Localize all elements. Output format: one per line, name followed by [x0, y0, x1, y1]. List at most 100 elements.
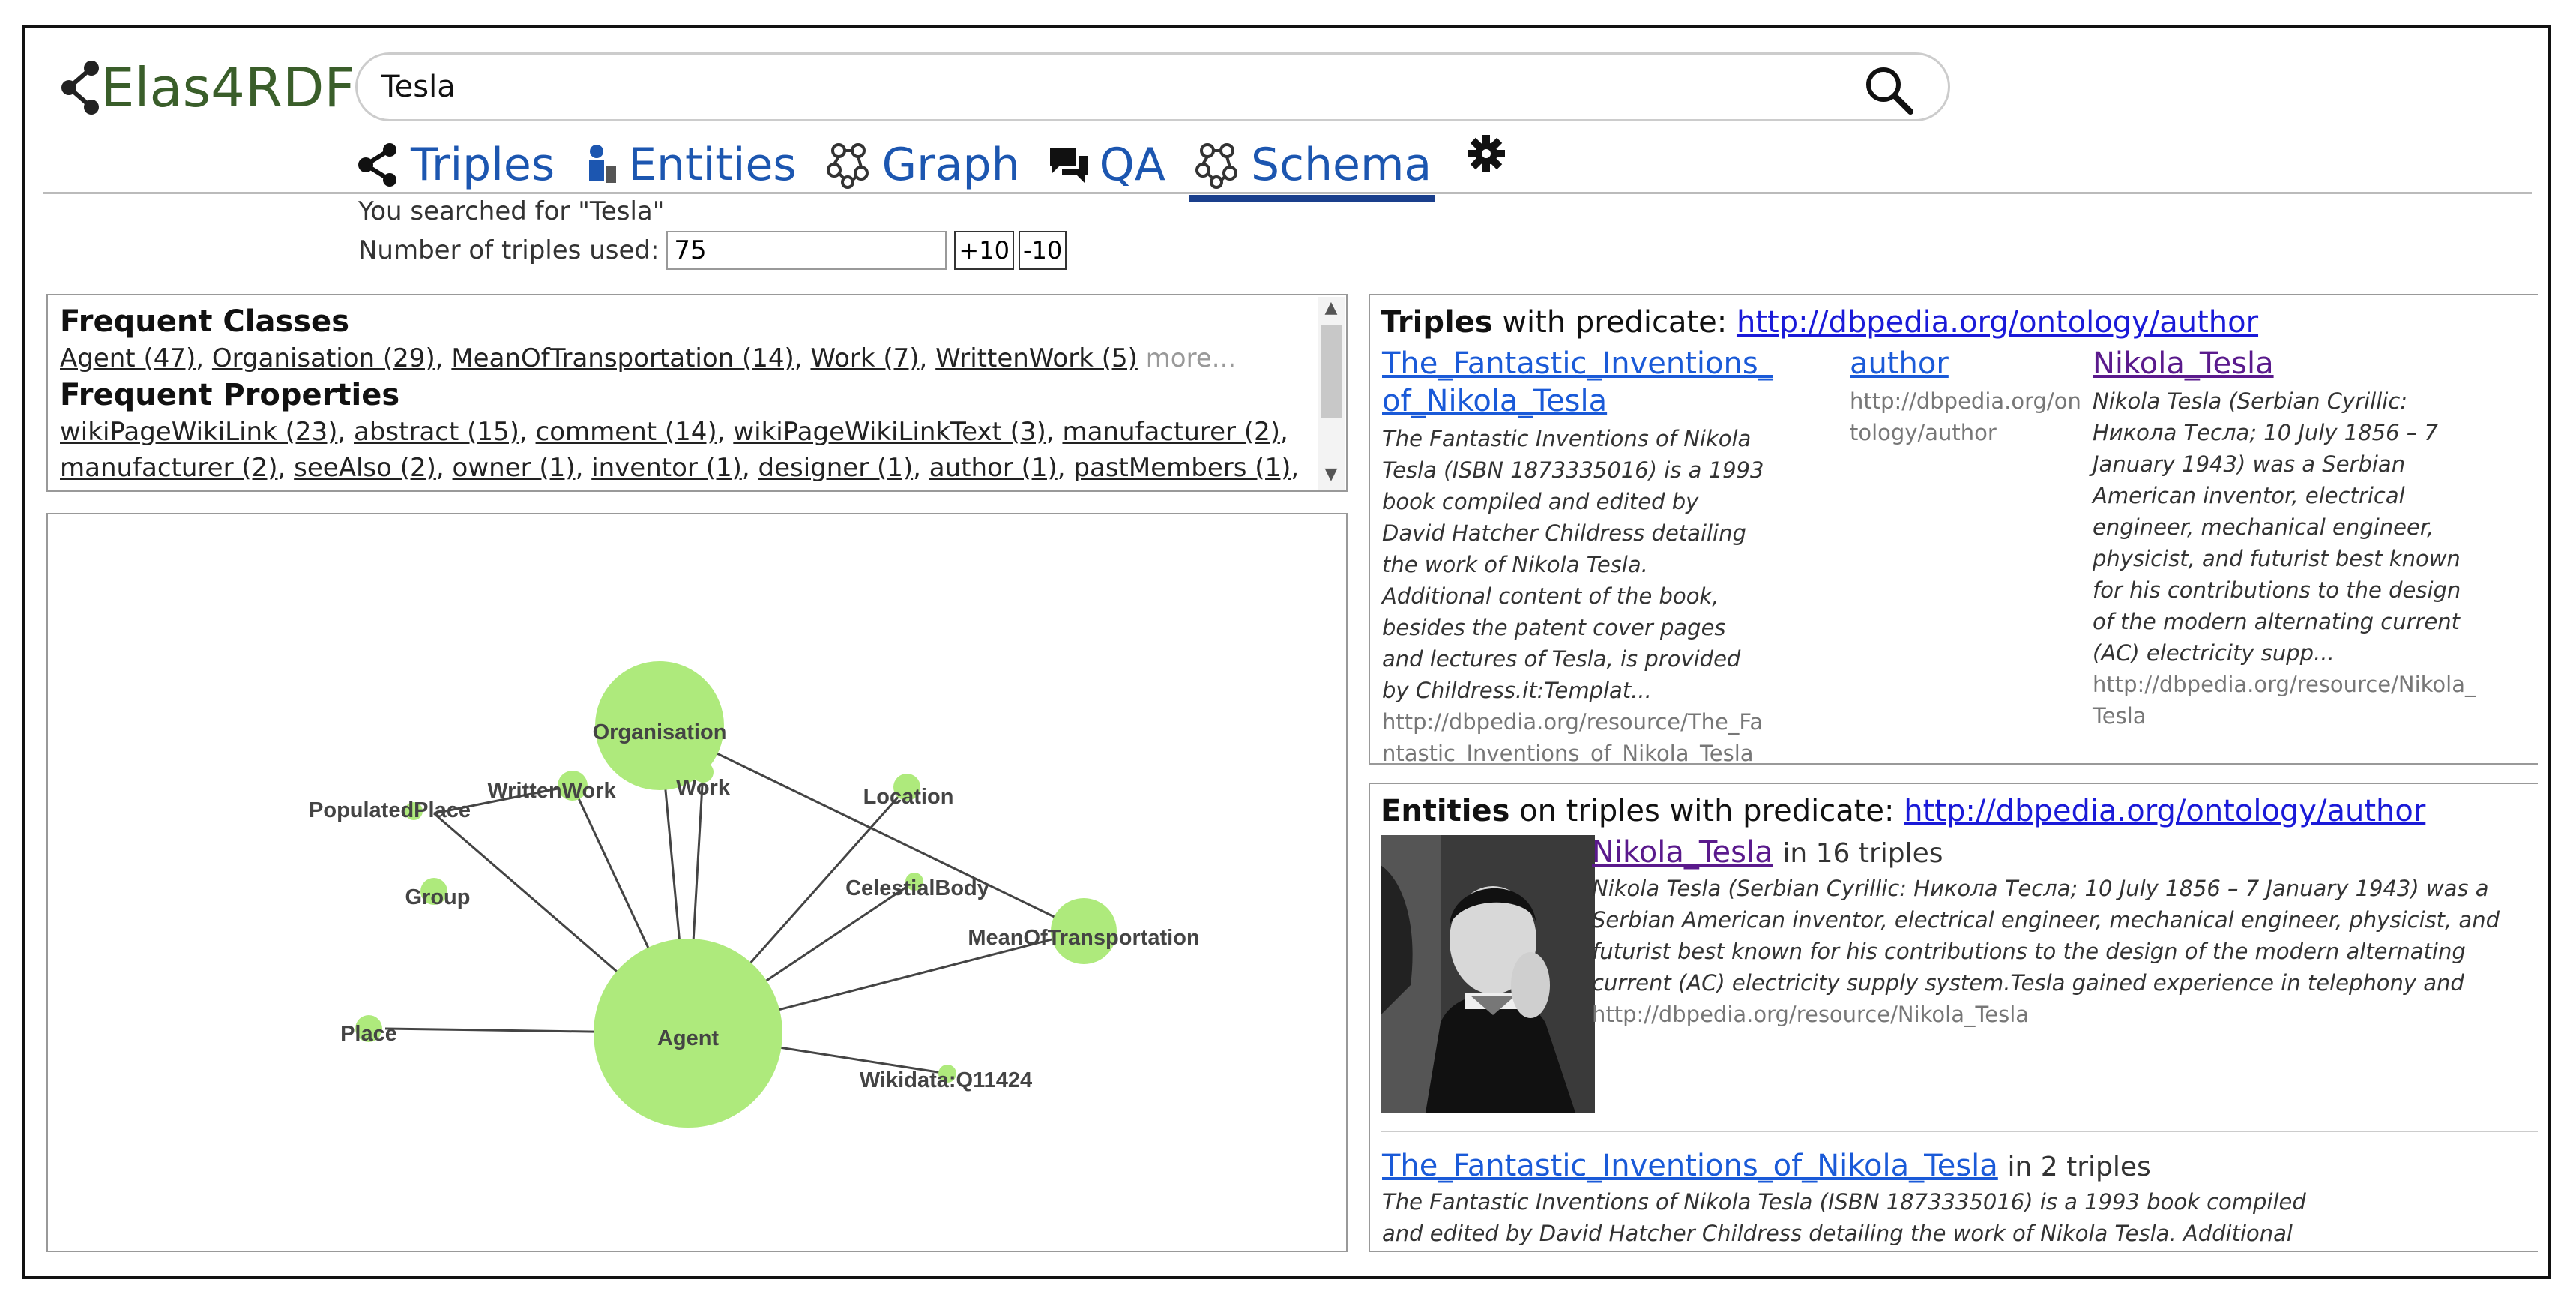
frequent-panel: Frequent Classes Agent (47), Organisatio… — [46, 294, 1348, 492]
entities-panel: Entities on triples with predicate: http… — [1369, 783, 2538, 1252]
tab-label: Entities — [628, 139, 797, 191]
subject-link[interactable]: of_Nikola_Tesla — [1382, 382, 1764, 420]
property-link[interactable]: pastMembers (1) — [1073, 453, 1291, 483]
search-button[interactable] — [1862, 64, 1915, 116]
entity-count: in 16 triples — [1782, 838, 1943, 869]
entity-link[interactable]: Nikola_Tesla — [1592, 835, 1773, 870]
triples-count-input[interactable] — [666, 231, 947, 270]
chat-icon — [1047, 144, 1091, 186]
entities-panel-title: Entities on triples with predicate: http… — [1381, 794, 2426, 828]
frequent-properties-list: manufacturer (2), seeAlso (2), owner (1)… — [60, 453, 1300, 483]
entity-item: Nikola_Tesla in 16 triples Nikola Tesla … — [1592, 834, 2514, 1030]
predicate-link[interactable]: http://dbpedia.org/ontology/author — [1904, 794, 2425, 828]
tab-entities[interactable]: Entities — [582, 133, 797, 196]
frequent-classes-heading: Frequent Classes — [60, 304, 349, 339]
tab-qa[interactable]: QA — [1047, 133, 1165, 196]
triple-predicate: author http://dbpedia.org/ontology/autho… — [1850, 345, 2085, 448]
property-link[interactable]: seeAlso (2) — [294, 453, 436, 483]
more-link[interactable]: more... — [1146, 343, 1237, 373]
tab-schema[interactable]: Schema — [1189, 133, 1435, 202]
scrollbar[interactable]: ▲ ▼ — [1318, 297, 1345, 490]
graph-label: Wikidata:Q11424 — [860, 1068, 1032, 1092]
property-link[interactable]: wikiPageWikiLink (23) — [60, 417, 337, 447]
app-logo[interactable]: Elas4RDF — [58, 54, 355, 121]
class-link[interactable]: Organisation (29) — [212, 343, 435, 373]
entity-description: Nikola Tesla (Serbian Cyrillic: Никола Т… — [1592, 876, 2500, 996]
schema-graph: Organisation Agent MeanOfTransportation … — [46, 513, 1348, 1252]
tab-graph[interactable]: Graph — [824, 133, 1020, 196]
entity-count: in 2 triples — [2007, 1152, 2151, 1182]
triples-panel: Triples with predicate: http://dbpedia.o… — [1369, 294, 2538, 765]
tab-label: Schema — [1250, 139, 1432, 191]
object-description: Nikola Tesla (Serbian Cyrillic: Никола Т… — [2093, 388, 2461, 666]
object-uri: http://dbpedia.org/resource/Nikola_Tesla — [2093, 672, 2476, 729]
triple-object: Nikola_Tesla Nikola Tesla (Serbian Cyril… — [2093, 345, 2482, 732]
subject-description: The Fantastic Inventions of Nikola Tesla… — [1382, 426, 1764, 703]
entity-description: The Fantastic Inventions of Nikola Tesla… — [1382, 1189, 2306, 1246]
property-link[interactable]: owner (1) — [453, 453, 576, 483]
graph-label: Place — [340, 1022, 397, 1046]
triples-panel-title: Triples with predicate: http://dbpedia.o… — [1381, 305, 2259, 340]
entity-title: Nikola_Tesla in 16 triples — [1592, 834, 2514, 873]
frequent-properties-heading: Frequent Properties — [60, 378, 400, 412]
plus-10-button[interactable]: +10 — [954, 231, 1014, 270]
triple-subject: The_Fantastic_Inventions_ of_Nikola_Tesl… — [1382, 345, 1773, 765]
search-summary: You searched for "Tesla" — [358, 196, 665, 226]
tab-label: Graph — [881, 139, 1020, 191]
class-link[interactable]: WrittenWork (5) — [935, 343, 1138, 373]
class-link[interactable]: MeanOfTransportation (14) — [451, 343, 794, 373]
entity-link[interactable]: The_Fantastic_Inventions_of_Nikola_Tesla — [1382, 1149, 1998, 1183]
entity-uri: http://dbpedia.org/resource/Nikola_Tesla — [1592, 1002, 2030, 1027]
subject-link[interactable]: The_Fantastic_Inventions_ — [1382, 345, 1773, 382]
person-icon — [582, 142, 619, 187]
frequent-properties-list: wikiPageWikiLink (23), abstract (15), co… — [60, 417, 1288, 447]
class-link[interactable]: Work (7) — [810, 343, 919, 373]
property-link[interactable]: inventor (1) — [591, 453, 742, 483]
graph-label: Work — [676, 776, 731, 800]
graph-label: Agent — [657, 1026, 720, 1050]
header-divider — [43, 192, 2532, 194]
property-link[interactable]: author (1) — [929, 453, 1058, 483]
settings-button[interactable] — [1466, 133, 1506, 196]
property-link[interactable]: designer (1) — [758, 453, 913, 483]
predicate-label-link[interactable]: author — [1850, 345, 2085, 382]
entity-title: The_Fantastic_Inventions_of_Nikola_Tesla… — [1382, 1147, 2311, 1186]
object-link[interactable]: Nikola_Tesla — [2093, 345, 2482, 382]
entity-divider — [1381, 1131, 2538, 1132]
frequent-classes-list: Agent (47), Organisation (29), MeanOfTra… — [60, 343, 1237, 373]
share-icon — [61, 61, 99, 115]
predicate-link[interactable]: http://dbpedia.org/ontology/author — [1737, 305, 2258, 340]
graph-label: WrittenWork — [487, 779, 616, 803]
search-bar — [355, 52, 1950, 121]
tab-triples[interactable]: Triples — [355, 133, 555, 196]
entity-photo[interactable] — [1381, 835, 1595, 1113]
share-icon — [355, 142, 402, 187]
property-link[interactable]: manufacturer (2) — [60, 453, 278, 483]
predicate-uri: http://dbpedia.org/ontology/author — [1850, 388, 2081, 445]
gear-icon — [1468, 135, 1506, 172]
property-link[interactable]: manufacturer (2) — [1062, 417, 1280, 447]
scrollbar-thumb[interactable] — [1321, 325, 1342, 418]
minus-10-button[interactable]: -10 — [1018, 231, 1067, 270]
scroll-down-icon[interactable]: ▼ — [1318, 465, 1345, 489]
logo-text: Elas4RDF — [100, 56, 355, 119]
graph-label: MeanOfTransportation — [968, 926, 1199, 950]
tab-label: QA — [1099, 139, 1165, 191]
triples-count-label: Number of triples used: — [358, 235, 660, 265]
triples-count-control: Number of triples used: +10 -10 — [358, 231, 1067, 270]
graph-icon — [824, 140, 873, 190]
tab-bar: Triples Entities Graph QA Schema — [355, 133, 1506, 202]
tab-label: Triples — [411, 139, 555, 191]
graph-label: Organisation — [593, 720, 727, 744]
graph-label: PopulatedPlace — [309, 798, 471, 822]
search-icon — [1866, 67, 1913, 115]
search-input[interactable] — [380, 69, 1807, 105]
subject-uri: http://dbpedia.org/resource/The_Fantasti… — [1382, 709, 1764, 765]
property-link[interactable]: comment (14) — [536, 417, 717, 447]
scroll-up-icon[interactable]: ▲ — [1318, 298, 1345, 322]
property-link[interactable]: abstract (15) — [354, 417, 519, 447]
class-link[interactable]: Agent (47) — [60, 343, 196, 373]
graph-canvas[interactable]: Organisation Agent MeanOfTransportation … — [48, 514, 1346, 1251]
property-link[interactable]: wikiPageWikiLinkText (3) — [733, 417, 1046, 447]
graph-icon — [1192, 140, 1242, 190]
